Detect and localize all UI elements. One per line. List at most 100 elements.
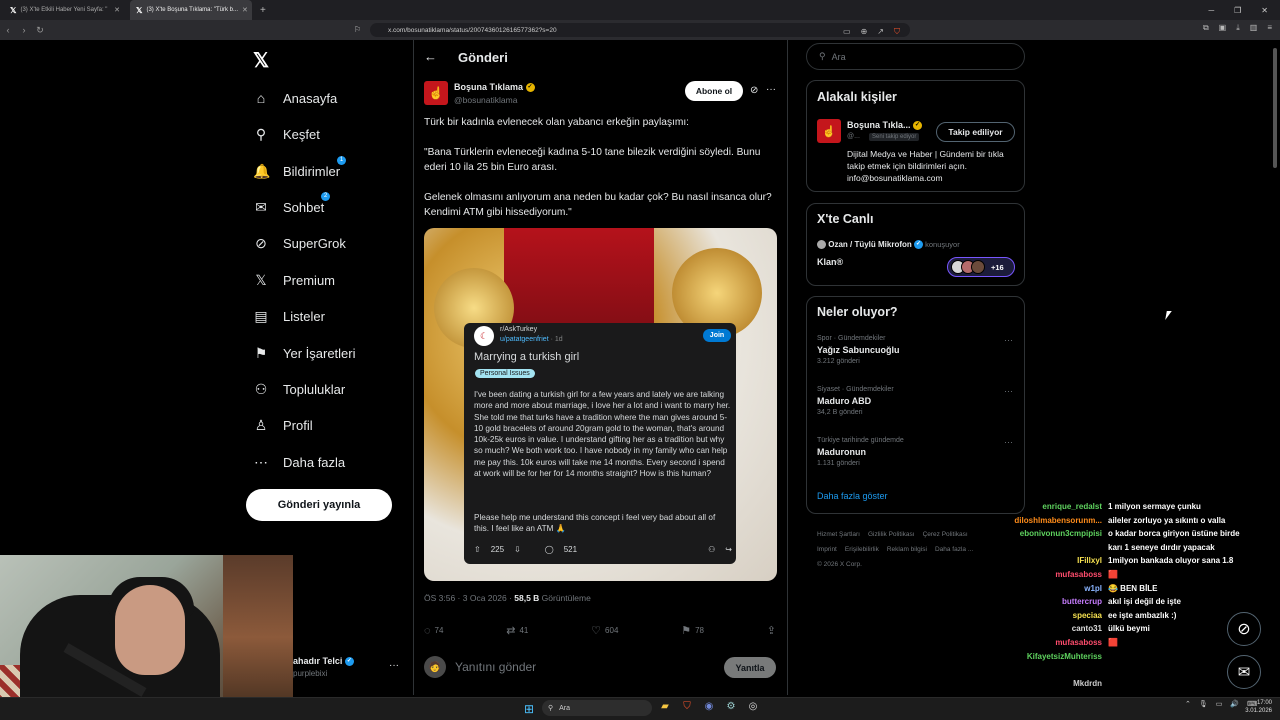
more-options-icon[interactable]: ··· [766, 84, 776, 95]
windows-start-icon[interactable]: ⊞ [524, 702, 534, 716]
menu-icon[interactable]: ≡ [1267, 23, 1272, 33]
nav-label: Listeler [283, 308, 325, 324]
volume-icon[interactable]: 🔊 [1230, 700, 1239, 708]
nav-item-listeler[interactable]: ▤ Listeler [253, 306, 325, 326]
taskbar-clock[interactable]: 17:00 3.01.2026 [1240, 699, 1272, 715]
nav-item-topluluklar[interactable]: ⚇ Topluluklar [253, 379, 345, 399]
nav-item-supergrok[interactable]: ⊘ SuperGrok [253, 233, 346, 253]
reddit-actions: ⇧ 225 ⇩ ◯ 521 ⚇ ↪ [474, 545, 732, 554]
footer-link[interactable]: Erişilebilirlik [845, 546, 879, 553]
grok-icon[interactable]: ⊘ [750, 85, 758, 96]
post-button[interactable]: Gönderi yayınla [246, 489, 392, 521]
related-name[interactable]: Boşuna Tıkla... ✓ [847, 120, 923, 131]
nav-item-sohbet[interactable]: ✉ 2 Sohbet [253, 192, 331, 217]
listeners-pill[interactable]: +16 [947, 257, 1015, 277]
account-name[interactable]: ahadır Telci ✓ [293, 656, 354, 667]
mouse-cursor [1165, 311, 1172, 320]
new-tab-button[interactable]: + [260, 5, 266, 16]
browser-tab[interactable]: 𝕏 (3) X'te Etkili Haber Yeni Sayfa: " ✕ [4, 0, 126, 20]
live-title: X'te Canlı [817, 212, 874, 226]
reader-icon[interactable]: ▭ [843, 27, 851, 37]
reply-button[interactable]: Yanıtla [724, 657, 776, 678]
url-field[interactable]: x.com/bosunatiklama/status/2007436012616… [370, 23, 910, 37]
search-input[interactable]: ⚲ Ara [806, 43, 1025, 70]
messages-fab-icon[interactable]: ✉ [1227, 655, 1261, 689]
footer-link[interactable]: Daha fazla ... [935, 546, 973, 553]
download-icon[interactable]: ⤓ [1236, 23, 1240, 33]
chevron-up-icon[interactable]: ⌃ [1185, 700, 1191, 708]
bookmark-action[interactable]: ⚑ 78 [681, 624, 704, 637]
obs-icon[interactable]: ◎ [746, 701, 760, 712]
repost-action[interactable]: ⇄ 41 [506, 624, 528, 637]
zoom-icon[interactable]: ⊕ [861, 27, 868, 37]
reply-action[interactable]: ◌ 74 [424, 625, 443, 637]
footer-link[interactable]: Hizmet Şartları [817, 531, 860, 538]
account-more-icon[interactable]: ··· [389, 660, 399, 671]
chat-message: 1milyon bankada oluyor sana 1.8 [1108, 556, 1234, 566]
footer-link[interactable]: Gizlilik Politikası [868, 531, 915, 538]
close-tab-icon[interactable]: ✕ [114, 6, 120, 14]
search-icon: ⚲ [819, 51, 826, 61]
show-more-link[interactable]: Daha fazla göster [817, 491, 888, 501]
related-avatar[interactable]: ☝ [817, 119, 841, 143]
related-bio: Dijital Medya ve Haber | Gündemi bir tık… [847, 149, 1004, 183]
chat-message: karı 1 seneye dırdır yapacak [1108, 542, 1215, 552]
reload-icon[interactable]: ↻ [32, 25, 48, 36]
mic-icon[interactable]: 🎙 [1199, 700, 1208, 708]
extensions-icon[interactable]: ⧉ [1203, 23, 1209, 33]
close-tab-icon[interactable]: ✕ [242, 6, 248, 14]
subscribe-button[interactable]: Abone ol [685, 81, 743, 101]
nav-item-yer-i-şaretleri[interactable]: ⚑ Yer İşaretleri [253, 343, 356, 363]
profile-icon: ♙ [254, 416, 268, 433]
trend-item[interactable]: Türkiye tarihinde gündemde Maduronun 1.131… [817, 437, 1015, 467]
following-button[interactable]: Takip ediliyor [936, 122, 1015, 142]
author-name[interactable]: Boşuna Tıklama ✓ [454, 82, 535, 93]
x-favicon-icon: 𝕏 [10, 5, 17, 15]
discord-icon[interactable]: ◉ [702, 701, 716, 712]
post-actions: ◌ 74 ⇄ 41 ♡ 604 ⚑ 78 ⇪ [424, 624, 776, 638]
share-action[interactable]: ⇪ [767, 624, 776, 637]
back-icon[interactable]: ‹ [0, 25, 16, 35]
trend-item[interactable]: Siyaset · Gündemdekiler Maduro ABD 34,2 B … [817, 386, 1015, 416]
browser-tab-active[interactable]: 𝕏 (3) X'te Boşuna Tıklama: "Türk b... ✕ [130, 0, 252, 20]
x-logo-icon[interactable]: 𝕏 [253, 48, 269, 73]
forward-icon[interactable]: › [16, 25, 32, 35]
nav-item-bildirimler[interactable]: 🔔 1 Bildirimler [253, 156, 347, 181]
back-arrow-icon[interactable]: ← [424, 49, 437, 64]
bookmark-icon: ⚑ [254, 344, 268, 361]
wallet-icon[interactable]: ▣ [1219, 23, 1227, 33]
close-window-icon[interactable]: ✕ [1261, 6, 1268, 15]
footer-link[interactable]: Çerez Politikası [923, 531, 968, 538]
brave-browser-icon[interactable]: ⛉ [680, 701, 694, 712]
nav-item-anasayfa[interactable]: ⌂ Anasayfa [253, 88, 337, 108]
verified-badge-icon: ✓ [344, 657, 354, 667]
nav-item-profil[interactable]: ♙ Profil [253, 415, 313, 435]
footer-link[interactable]: Imprint [817, 546, 837, 553]
sidebar-icon[interactable]: ▥ [1250, 23, 1258, 33]
author-handle[interactable]: @bosunatiklama [454, 95, 517, 105]
nav-item-keşfet[interactable]: ⚲ Keşfet [253, 124, 320, 144]
author-avatar[interactable]: ☝ [424, 81, 448, 105]
maximize-icon[interactable]: ❐ [1234, 6, 1241, 15]
footer-links: Hizmet Şartları Gizlilik Politikası Çerez … [817, 527, 1017, 572]
page-scrollbar[interactable] [1272, 42, 1278, 692]
grok-fab-icon[interactable]: ⊘ [1227, 612, 1261, 646]
host-avatar [817, 240, 826, 250]
brave-shield-icon[interactable]: ⛉ [894, 27, 900, 37]
minimize-icon[interactable]: ─ [1208, 6, 1214, 15]
file-explorer-icon[interactable]: ▰ [658, 701, 672, 712]
steam-icon[interactable]: ⚙ [724, 701, 738, 712]
bookmark-page-icon[interactable]: ⚐ [354, 25, 361, 34]
nav-item-premium[interactable]: 𝕏 Premium [253, 270, 335, 290]
trend-item[interactable]: Spor · Gündemdekiler Yağız Sabuncuoğlu 3.2… [817, 335, 1015, 365]
share-icon[interactable]: ↗ [877, 27, 884, 37]
nav-label: Yer İşaretleri [283, 345, 356, 361]
taskbar-search[interactable]: ⚲ Ara [542, 700, 652, 716]
footer-link[interactable]: Reklam bilgisi [887, 546, 927, 553]
nav-item-daha-fazla[interactable]: ⋯ Daha fazla [253, 452, 345, 472]
like-action[interactable]: ♡ 604 [591, 624, 618, 637]
network-icon[interactable]: ▭ [1216, 700, 1223, 708]
reply-input[interactable]: Yanıtını gönder [455, 660, 536, 674]
related-handle: @... [847, 133, 860, 140]
chat-message: 🟥 [1108, 569, 1118, 579]
